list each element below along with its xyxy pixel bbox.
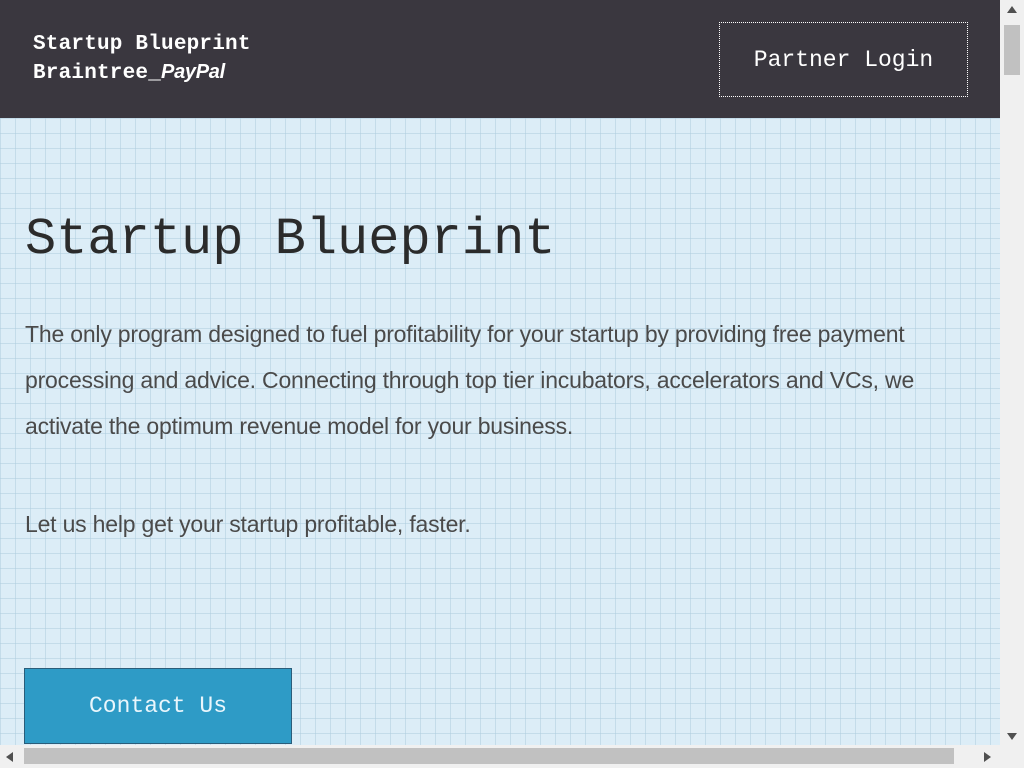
scroll-left-button[interactable]	[0, 745, 18, 768]
vertical-scrollbar[interactable]	[1000, 0, 1024, 745]
vertical-scroll-thumb[interactable]	[1004, 25, 1020, 75]
partner-login-button[interactable]: Partner Login	[719, 22, 968, 97]
triangle-right-icon	[983, 751, 991, 762]
paypal-wordmark: PayPal	[161, 61, 225, 83]
site-header: Startup Blueprint Braintree_ PayPal Part…	[0, 0, 1000, 118]
brand-title: Startup Blueprint	[33, 33, 251, 56]
brand-subtitle: Braintree_ PayPal	[33, 59, 251, 87]
hero-description: The only program designed to fuel profit…	[25, 321, 915, 439]
horizontal-scroll-thumb[interactable]	[24, 748, 954, 764]
contact-us-button[interactable]: Contact Us	[24, 668, 292, 744]
scrollbar-corner	[1000, 745, 1024, 768]
triangle-down-icon	[1007, 732, 1017, 740]
hero-tagline: Let us help get your startup profitable,…	[25, 511, 471, 537]
triangle-up-icon	[1007, 5, 1017, 13]
page-viewport: Startup Blueprint Braintree_ PayPal Part…	[0, 0, 1000, 745]
hero-section: Startup Blueprint The only program desig…	[0, 118, 1000, 745]
scroll-up-button[interactable]	[1000, 0, 1024, 18]
horizontal-scrollbar[interactable]	[0, 745, 1000, 768]
triangle-left-icon	[5, 751, 13, 762]
hero-title: Startup Blueprint	[25, 210, 556, 269]
brand-logo[interactable]: Startup Blueprint Braintree_ PayPal	[33, 31, 251, 87]
braintree-wordmark: Braintree_	[33, 62, 162, 85]
scroll-down-button[interactable]	[1000, 727, 1024, 745]
scroll-right-button[interactable]	[978, 745, 996, 768]
